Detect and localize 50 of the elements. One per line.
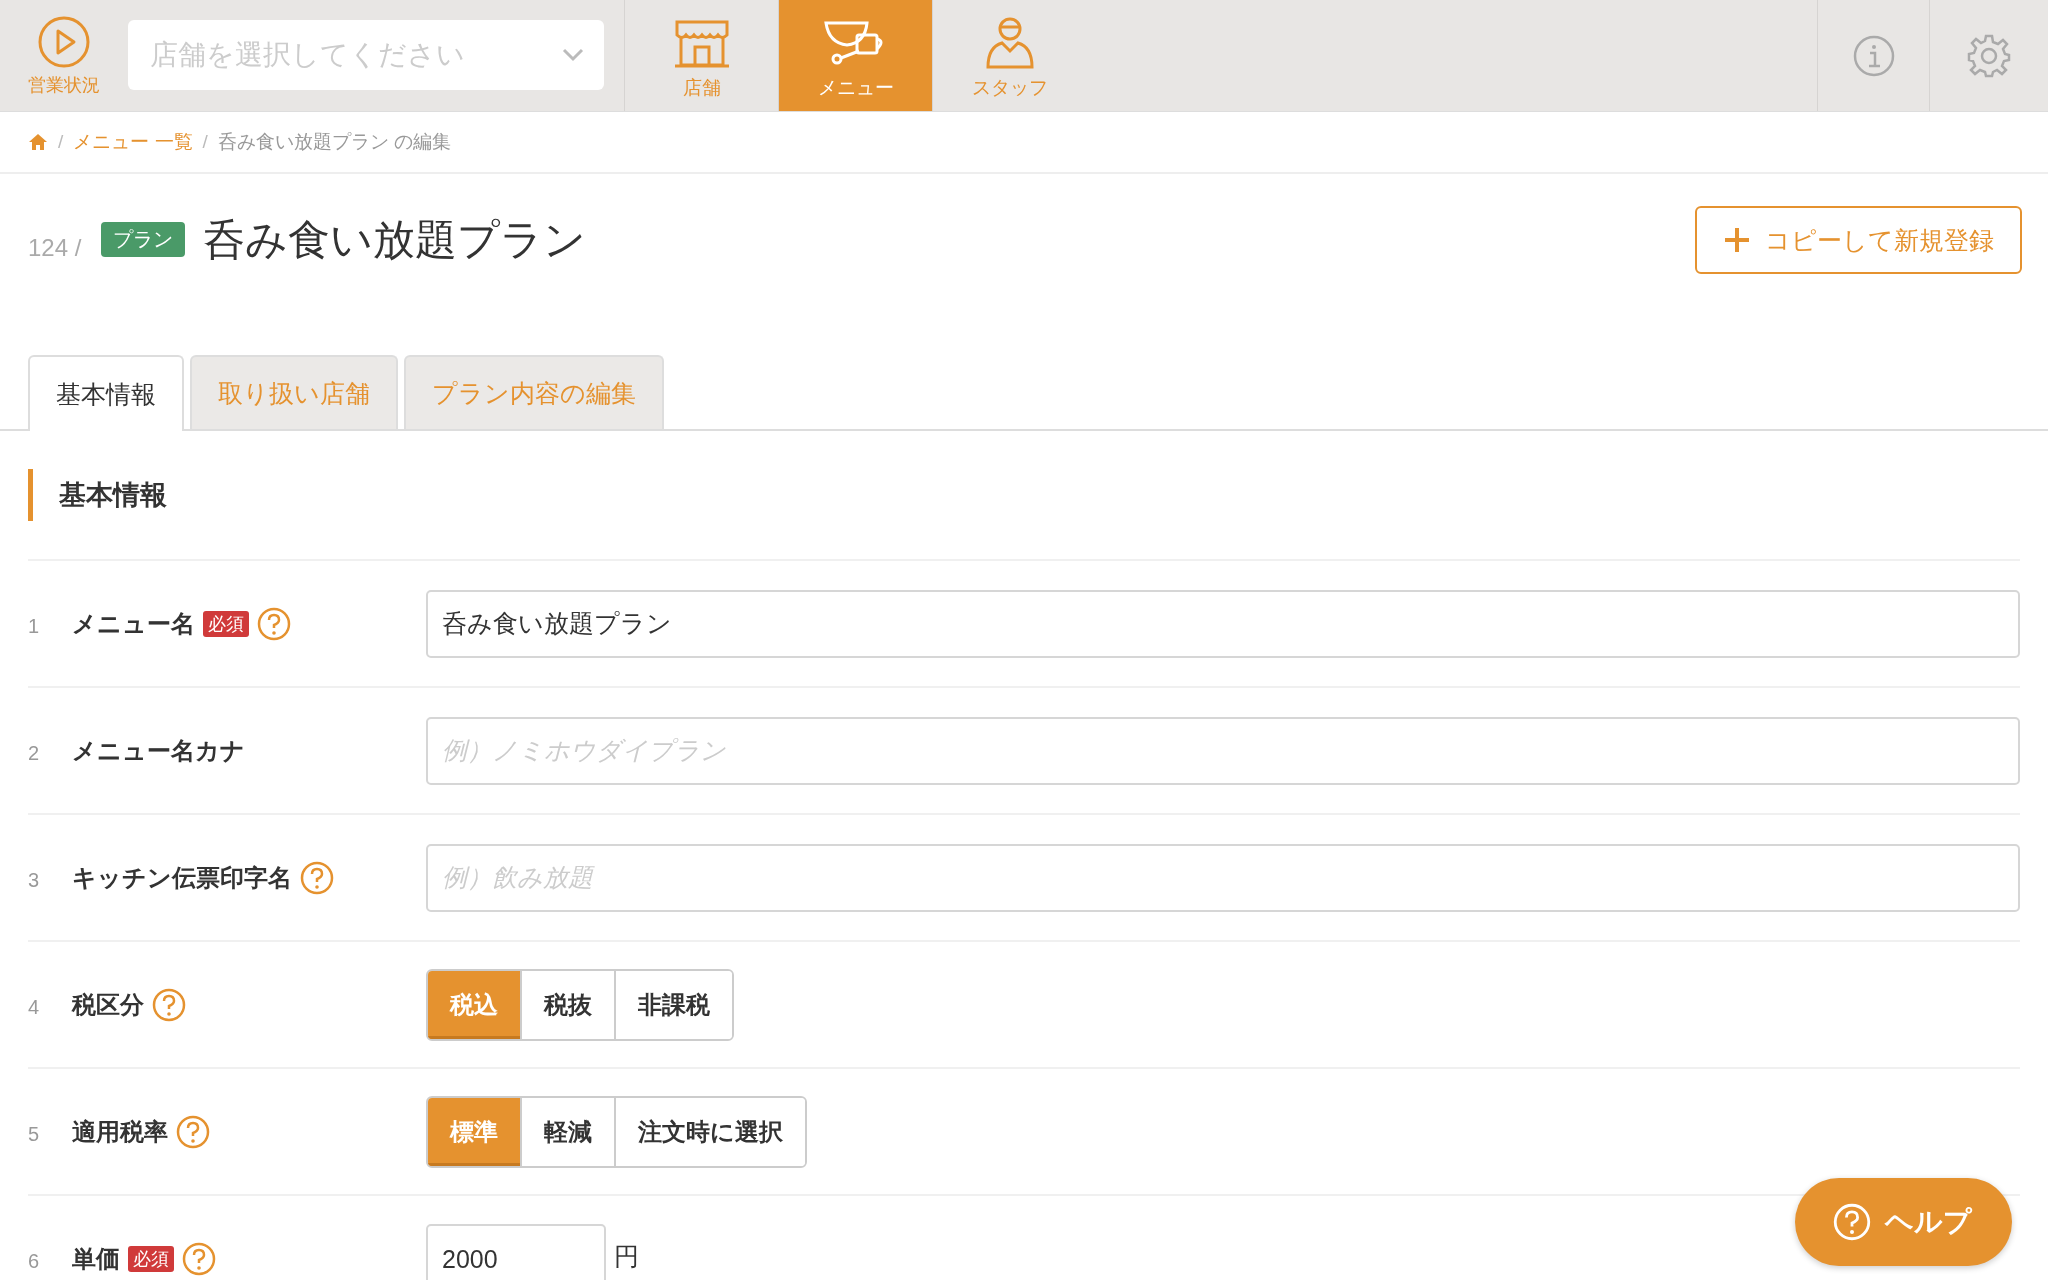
- field-label: 税区分: [72, 989, 144, 1020]
- play-icon: [37, 14, 91, 69]
- breadcrumb-separator: /: [58, 131, 64, 153]
- storefront-icon: [672, 19, 731, 69]
- segment-option[interactable]: 標準: [428, 1097, 520, 1166]
- help-icon: [1833, 1203, 1871, 1241]
- help-icon[interactable]: [257, 606, 291, 641]
- status-label: 営業状況: [28, 73, 100, 97]
- breadcrumb-current: 呑み食い放題プラン の編集: [217, 130, 452, 154]
- copy-button[interactable]: コピーして新規登録: [1695, 206, 2022, 274]
- field-label: メニュー名: [72, 608, 195, 639]
- segment-option[interactable]: 税込: [428, 970, 520, 1039]
- row-number: 6: [28, 1249, 41, 1273]
- help-button[interactable]: ヘルプ: [1795, 1178, 2012, 1266]
- nav-tab[interactable]: スタッフ: [932, 0, 1086, 111]
- field-label: メニュー名カナ: [72, 735, 245, 766]
- text-field[interactable]: 呑み食い放題プラン: [426, 589, 2020, 658]
- status-button[interactable]: 営業状況: [0, 0, 128, 111]
- section-heading: 基本情報: [28, 469, 167, 521]
- page-title: 呑み食い放題プラン: [203, 215, 588, 265]
- row-number: 1: [28, 614, 41, 638]
- nav-tab[interactable]: メニュー: [778, 0, 932, 111]
- row-number: 2: [28, 741, 41, 765]
- tab[interactable]: 基本情報: [28, 355, 184, 431]
- help-icon[interactable]: [176, 1114, 210, 1149]
- plus-icon: [1723, 226, 1751, 254]
- row-number: 5: [28, 1122, 41, 1146]
- segment-option[interactable]: 非課税: [614, 970, 732, 1039]
- segment-option[interactable]: 注文時に選択: [614, 1097, 805, 1166]
- required-tag: 必須: [203, 610, 249, 637]
- field-label: 適用税率: [72, 1116, 168, 1147]
- tab[interactable]: 取り扱い店舗: [190, 355, 398, 429]
- help-icon[interactable]: [300, 860, 334, 895]
- breadcrumb-separator: /: [202, 131, 208, 153]
- home-icon[interactable]: [28, 133, 48, 151]
- help-icon[interactable]: [182, 1241, 216, 1276]
- plan-tag: プラン: [101, 222, 186, 257]
- required-tag: 必須: [128, 1245, 174, 1272]
- unit-label: 円: [614, 1241, 639, 1272]
- price-field[interactable]: 2000: [426, 1224, 606, 1280]
- tab[interactable]: プラン内容の編集: [404, 355, 664, 429]
- row-number: 4: [28, 995, 41, 1019]
- field-label: キッチン伝票印字名: [72, 862, 292, 893]
- field-label: 単価: [72, 1243, 120, 1274]
- breadcrumb-link[interactable]: メニュー 一覧: [73, 129, 193, 155]
- nav-tab[interactable]: 店舗: [624, 0, 778, 111]
- row-number: 3: [28, 868, 41, 892]
- item-number: 124 /: [28, 234, 82, 262]
- chevron-down-icon: [562, 48, 584, 62]
- help-icon[interactable]: [152, 987, 186, 1022]
